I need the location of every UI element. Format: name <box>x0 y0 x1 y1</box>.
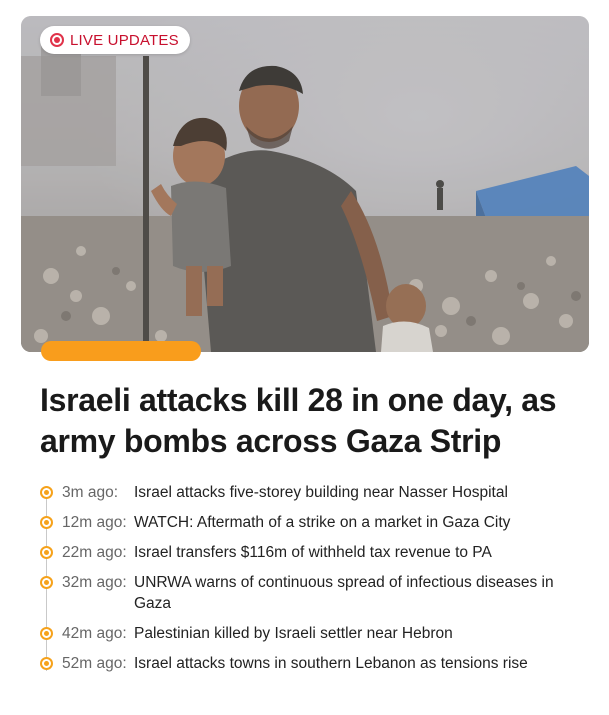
live-news-card: LIVE UPDATES Israeli attacks kill 28 in … <box>0 0 609 715</box>
timeline-dot-icon <box>40 576 53 589</box>
timeline-time: 12m ago: <box>62 514 127 531</box>
timeline-item[interactable]: 32m ago: UNRWA warns of continuous sprea… <box>38 572 588 614</box>
timeline-item[interactable]: 52m ago: Israel attacks towns in souther… <box>38 653 588 674</box>
hero-photo[interactable] <box>21 16 589 352</box>
timeline-dot-icon <box>40 486 53 499</box>
timeline-item[interactable]: 12m ago: WATCH: Aftermath of a strike on… <box>38 512 588 533</box>
timeline-time: 22m ago: <box>62 544 127 561</box>
timeline-dot-icon <box>40 657 53 670</box>
updates-timeline: 3m ago: Israel attacks five-storey build… <box>38 482 588 683</box>
timeline-link[interactable]: UNRWA warns of continuous spread of infe… <box>134 572 588 614</box>
timeline-dot-icon <box>40 516 53 529</box>
timeline-time: 52m ago: <box>62 655 127 672</box>
live-updates-label: LIVE UPDATES <box>70 31 179 49</box>
timeline-dot-icon <box>40 627 53 640</box>
live-indicator-icon <box>50 33 64 47</box>
timeline-dot-icon <box>40 546 53 559</box>
live-updates-badge[interactable]: LIVE UPDATES <box>40 26 190 54</box>
timeline-time: 3m ago: <box>62 484 119 501</box>
timeline-time: 42m ago: <box>62 625 127 642</box>
timeline-link[interactable]: WATCH: Aftermath of a strike on a market… <box>134 512 588 533</box>
timeline-link[interactable]: Palestinian killed by Israeli settler ne… <box>134 623 588 644</box>
timeline-time: 32m ago: <box>62 574 127 591</box>
timeline-link[interactable]: Israel attacks five-storey building near… <box>134 482 588 503</box>
timeline-link[interactable]: Israel transfers $116m of withheld tax r… <box>134 542 588 563</box>
timeline-item[interactable]: 3m ago: Israel attacks five-storey build… <box>38 482 588 503</box>
timeline-item[interactable]: 42m ago: Palestinian killed by Israeli s… <box>38 623 588 644</box>
accent-bar <box>41 341 201 361</box>
timeline-item[interactable]: 22m ago: Israel transfers $116m of withh… <box>38 542 588 563</box>
timeline-link[interactable]: Israel attacks towns in southern Lebanon… <box>134 653 588 674</box>
headline[interactable]: Israeli attacks kill 28 in one day, as a… <box>40 380 580 462</box>
hero-photo-illustration <box>21 16 589 352</box>
